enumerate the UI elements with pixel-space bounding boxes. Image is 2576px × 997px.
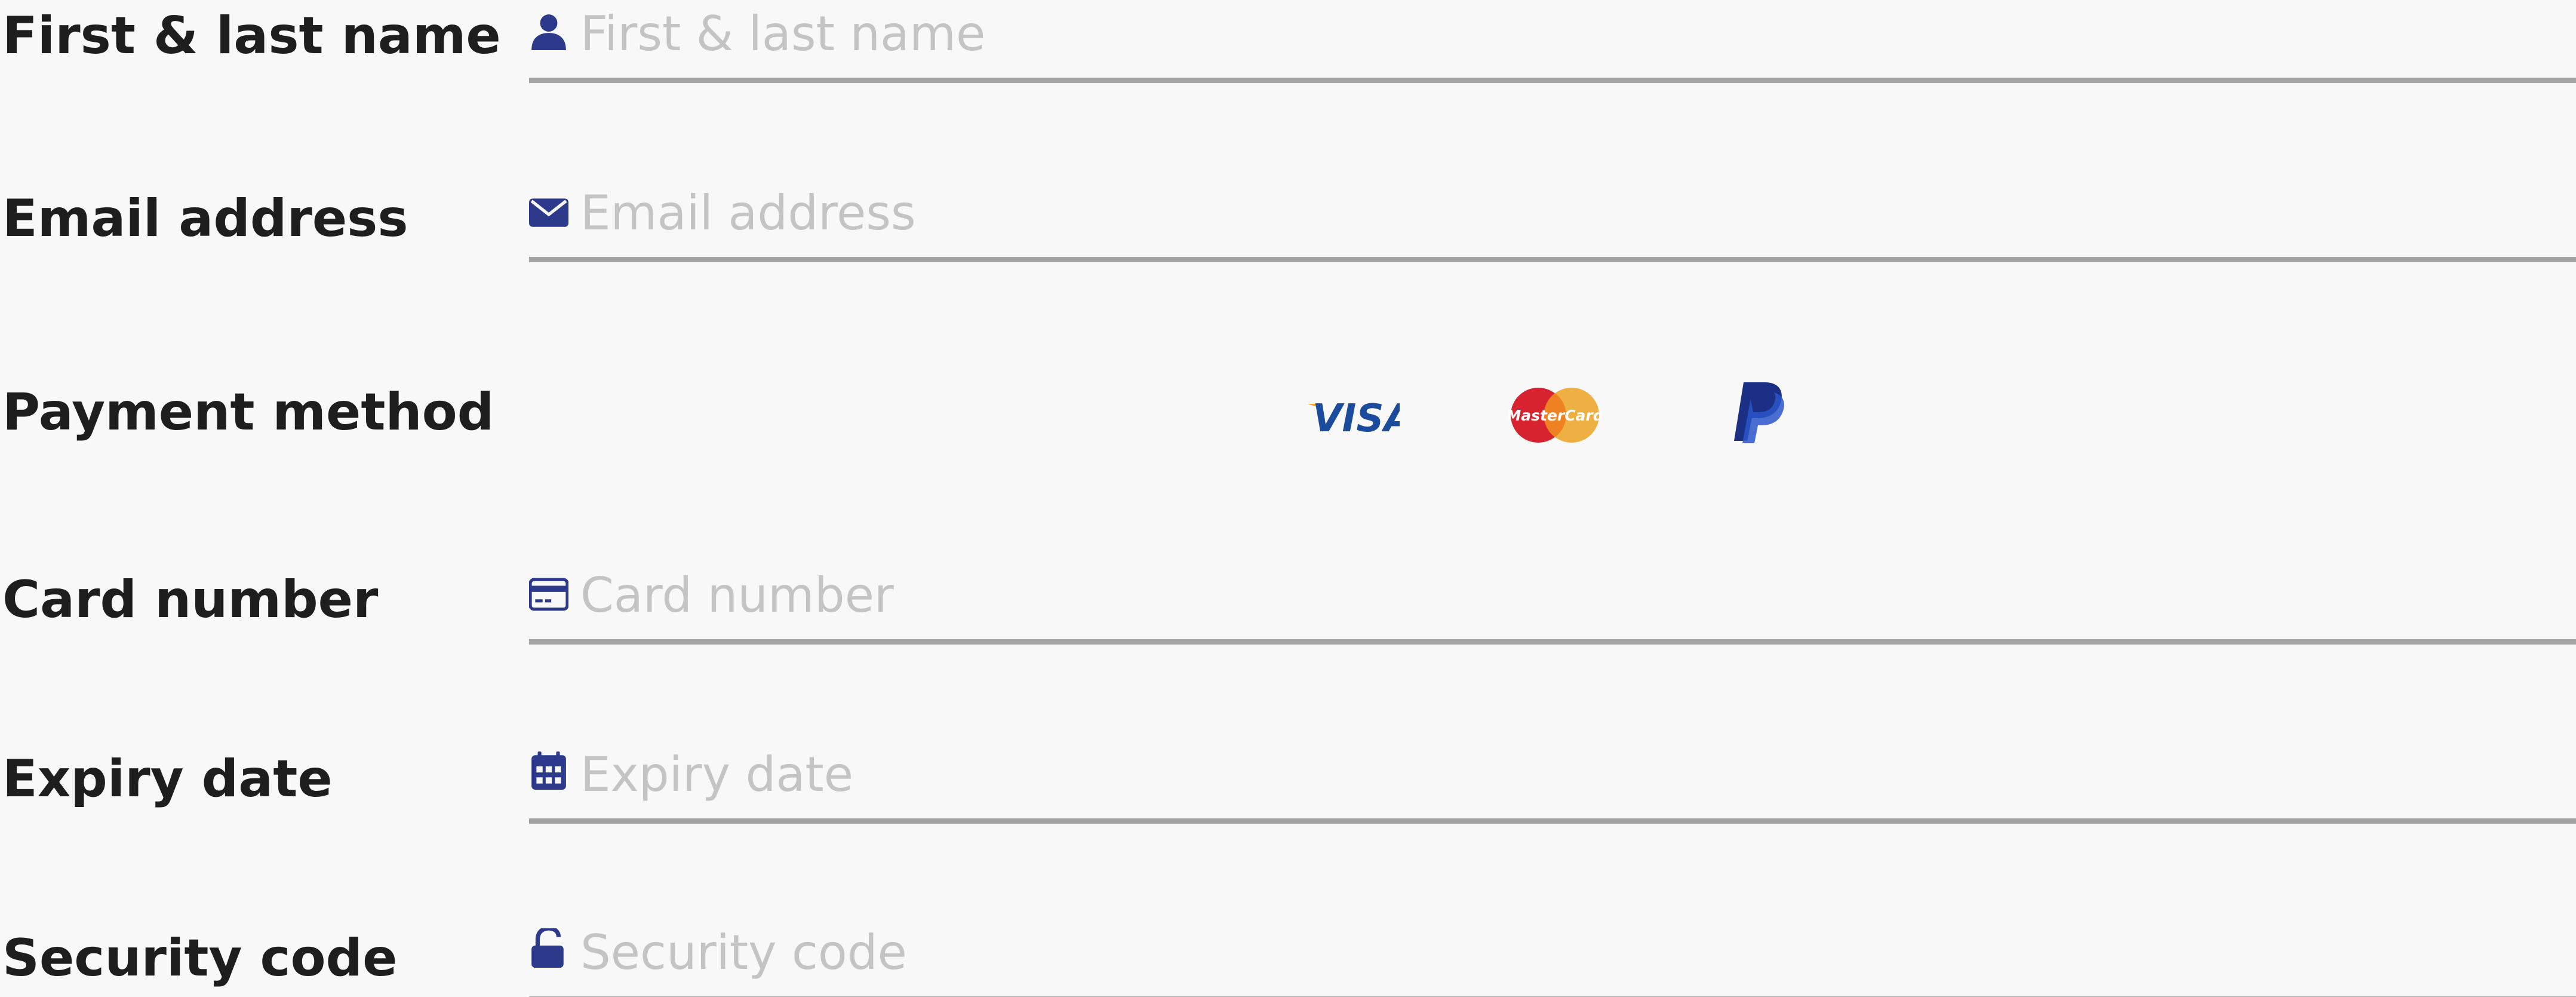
- mastercard-text: MasterCard: [1508, 407, 1601, 424]
- mastercard-icon[interactable]: MasterCard: [1508, 382, 1601, 448]
- security-row: Security code: [0, 919, 2576, 997]
- security-label: Security code: [2, 928, 398, 988]
- visa-text: VISA: [1312, 397, 1400, 441]
- email-field: [529, 179, 2576, 262]
- card-number-input[interactable]: [580, 565, 2576, 625]
- envelope-icon: [529, 198, 568, 227]
- name-field: [529, 0, 2576, 83]
- name-label: First & last name: [2, 6, 501, 66]
- payment-options: VISA MasterCard: [0, 370, 2576, 478]
- paypal-icon[interactable]: [1730, 379, 1788, 446]
- email-input[interactable]: [580, 183, 2576, 243]
- credit-card-icon: [529, 578, 568, 611]
- visa-icon[interactable]: VISA: [1307, 386, 1400, 446]
- email-row: Email address: [0, 179, 2576, 287]
- security-field: [529, 919, 2576, 997]
- payment-row: Payment method VISA MasterCard: [0, 370, 2576, 478]
- card-label: Card number: [2, 570, 379, 630]
- expiry-label: Expiry date: [2, 749, 333, 809]
- card-field: [529, 562, 2576, 645]
- card-row: Card number: [0, 562, 2576, 669]
- name-row: First & last name: [0, 0, 2576, 108]
- calendar-icon: [531, 751, 566, 790]
- expiry-row: Expiry date: [0, 741, 2576, 848]
- expiry-field: [529, 741, 2576, 824]
- email-label: Email address: [2, 189, 408, 249]
- checkout-form: First & last name Email address Payment …: [0, 0, 2576, 997]
- security-code-input[interactable]: [580, 922, 2576, 982]
- person-icon: [531, 14, 566, 50]
- unlock-icon: [531, 928, 564, 968]
- expiry-date-input[interactable]: [580, 744, 2576, 804]
- name-input[interactable]: [580, 4, 2576, 63]
